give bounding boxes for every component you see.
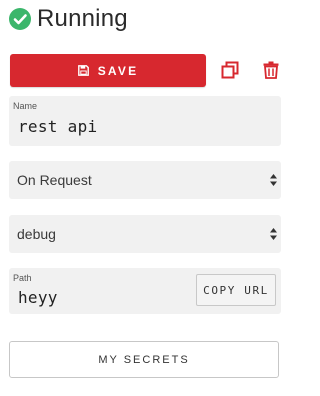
path-field[interactable]: Path heyy COPY URL — [9, 268, 281, 314]
duplicate-icon — [221, 61, 239, 79]
trash-icon — [263, 61, 279, 79]
my-secrets-button[interactable]: MY SECRETS — [9, 341, 279, 378]
duplicate-button[interactable] — [218, 58, 242, 82]
name-field[interactable]: Name rest api — [9, 96, 281, 146]
path-label: Path — [13, 273, 32, 283]
copy-url-button[interactable]: COPY URL — [196, 274, 276, 306]
path-input[interactable]: heyy — [18, 288, 58, 307]
select-arrows-icon — [270, 228, 277, 240]
save-button-label: SAVE — [97, 63, 139, 78]
name-input[interactable]: rest api — [18, 117, 97, 136]
trigger-select[interactable]: On Request — [9, 161, 281, 199]
status-text: Running — [37, 5, 128, 32]
name-label: Name — [13, 101, 38, 111]
status-indicator: Running — [9, 4, 128, 34]
log-level-select[interactable]: debug — [9, 215, 281, 253]
floppy-disk-icon — [77, 65, 89, 76]
check-circle-icon — [9, 8, 31, 30]
log-level-select-value: debug — [17, 226, 56, 242]
select-arrows-icon — [270, 174, 277, 186]
delete-button[interactable] — [259, 58, 283, 82]
trigger-select-value: On Request — [17, 172, 92, 188]
save-button[interactable]: SAVE — [10, 54, 206, 87]
